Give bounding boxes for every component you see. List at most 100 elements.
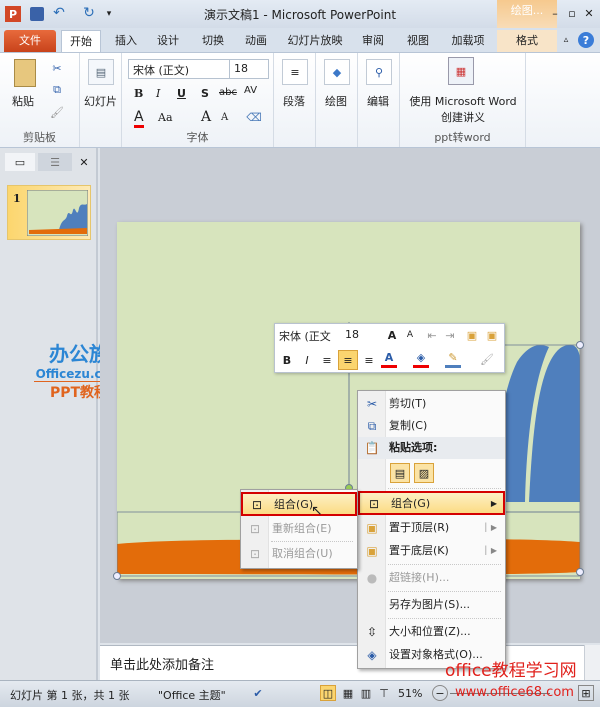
cut-icon[interactable]: ✂ xyxy=(50,61,64,75)
shrink-font-button[interactable]: A xyxy=(221,112,228,123)
menu-item-send-to-back[interactable]: ▣ 置于底层(K) │ ▶ xyxy=(358,540,505,562)
menu-item-cut[interactable]: ✂ 剪切(T) xyxy=(358,393,505,415)
bring-forward-icon[interactable]: ▣ xyxy=(465,327,479,343)
format-painter-icon[interactable]: 🖌 xyxy=(50,105,64,119)
paste-icon[interactable] xyxy=(14,59,36,87)
shadow-button[interactable]: S xyxy=(201,87,209,100)
paragraph-button[interactable]: 段落 xyxy=(283,93,305,109)
paste-button[interactable]: 粘贴 xyxy=(12,93,34,109)
group-submenu: ⊡ 组合(G) ↖ ⊡ 重新组合(E) ⊡ 取消组合(U) xyxy=(240,489,358,569)
new-slide-button[interactable]: 幻灯片 xyxy=(84,93,117,109)
copy-icon: ⧉ xyxy=(367,419,377,433)
tab-insert[interactable]: 插入 xyxy=(108,30,144,52)
paste-keep-source-icon[interactable]: ▤ xyxy=(390,463,410,483)
help-icon[interactable]: ? xyxy=(578,32,594,48)
outline-tab-icon[interactable]: ☰ xyxy=(38,153,72,171)
char-spacing-button[interactable]: AV xyxy=(244,85,257,96)
tab-format[interactable]: 格式 xyxy=(497,30,557,52)
minimize-icon[interactable]: – xyxy=(548,6,562,20)
tab-transitions[interactable]: 切换 xyxy=(195,30,231,52)
tab-animations[interactable]: 动画 xyxy=(238,30,274,52)
tab-file[interactable]: 文件 xyxy=(4,30,56,52)
word-handout-icon[interactable]: ▦ xyxy=(448,57,474,85)
tab-view[interactable]: 视图 xyxy=(400,30,436,52)
scissors-icon: ✂ xyxy=(366,397,378,411)
fill-color-icon[interactable]: ◈ xyxy=(413,350,429,368)
notes-scrollbar[interactable] xyxy=(584,645,600,680)
font-name-select[interactable]: 宋体 (正文) xyxy=(128,59,230,79)
zoom-level[interactable]: 51% xyxy=(398,687,422,700)
word-handout-button[interactable]: 使用 Microsoft Word 创建讲义 xyxy=(404,93,522,125)
font-size-select[interactable]: 18 xyxy=(229,59,269,79)
mini-size-select[interactable]: 18 xyxy=(341,326,381,346)
new-slide-icon[interactable]: ▤ xyxy=(88,59,114,85)
close-panel-icon[interactable]: ✕ xyxy=(75,153,93,171)
editing-button[interactable]: 编辑 xyxy=(367,93,389,109)
reading-view-icon[interactable]: ▥ xyxy=(358,685,374,701)
submenu-arrow-icon: │ ▶ xyxy=(483,523,497,532)
shrink-font-icon[interactable]: A xyxy=(403,327,417,343)
menu-item-bring-to-front[interactable]: ▣ 置于顶层(R) │ ▶ xyxy=(358,517,505,539)
align-right-icon[interactable]: ≡ xyxy=(361,351,377,369)
font-color-button[interactable]: A xyxy=(134,109,144,128)
clear-format-icon[interactable]: ⌫ xyxy=(246,109,262,125)
editing-group: ⚲ 编辑 xyxy=(358,53,400,147)
outline-color-icon[interactable]: ✎ xyxy=(445,350,461,368)
mini-font-select[interactable]: 宋体 (正文 xyxy=(277,326,339,346)
tab-slideshow[interactable]: 幻灯片放映 xyxy=(282,30,348,52)
fit-window-icon[interactable]: ⊞ xyxy=(578,685,594,701)
zoom-out-icon[interactable]: − xyxy=(432,685,448,701)
grow-font-icon[interactable]: A xyxy=(385,327,399,343)
mini-italic-button[interactable]: I xyxy=(299,351,315,369)
menu-item-group[interactable]: ⊡ 组合(G) ▶ xyxy=(358,491,505,515)
format-painter-icon[interactable]: 🖌 xyxy=(479,350,495,368)
menu-item-label: 置于底层(K) xyxy=(389,544,449,557)
selection-handle[interactable] xyxy=(576,341,584,349)
tab-addins[interactable]: 加载项 xyxy=(443,30,493,52)
title-bar: P ↶ ↻ ▾ 演示文稿1 - Microsoft PowerPoint 绘图.… xyxy=(0,0,600,28)
menu-item-size-position[interactable]: ⇳ 大小和位置(Z)... xyxy=(358,621,505,643)
copy-icon[interactable]: ⧉ xyxy=(50,83,64,97)
menu-item-copy[interactable]: ⧉ 复制(C) xyxy=(358,415,505,437)
drawing-button[interactable]: 绘图 xyxy=(325,93,347,109)
font-color-icon[interactable]: A xyxy=(381,350,397,368)
find-icon[interactable]: ⚲ xyxy=(366,59,392,85)
restore-icon[interactable]: ▫ xyxy=(565,6,579,20)
paste-picture-icon[interactable]: ▨ xyxy=(414,463,434,483)
align-center-icon[interactable]: ≡ xyxy=(338,350,358,370)
normal-view-icon[interactable]: ◫ xyxy=(320,685,336,701)
increase-indent-icon[interactable]: ⇥ xyxy=(443,327,457,343)
spell-check-icon[interactable]: ✔ xyxy=(250,685,266,701)
strikethrough-button[interactable]: abc xyxy=(219,87,237,98)
tab-home[interactable]: 开始 xyxy=(61,30,101,52)
send-backward-icon[interactable]: ▣ xyxy=(485,327,499,343)
grow-font-button[interactable]: A xyxy=(201,109,211,125)
collapse-ribbon-icon[interactable]: ▵ xyxy=(560,34,572,46)
selection-handle[interactable] xyxy=(576,568,584,576)
slides-panel: ▭ ☰ ✕ 1 办公族 Officezu.com PPT教程 xyxy=(0,148,124,680)
align-left-icon[interactable]: ≡ xyxy=(319,351,335,369)
slideshow-icon[interactable]: ⊤ xyxy=(376,685,392,701)
menu-item-save-as-picture[interactable]: 另存为图片(S)... xyxy=(358,594,505,616)
slide-thumbnail[interactable]: 1 xyxy=(7,185,91,240)
close-icon[interactable]: ✕ xyxy=(582,6,596,20)
send-back-icon: ▣ xyxy=(366,544,378,558)
italic-button[interactable]: I xyxy=(156,87,160,100)
mini-bold-button[interactable]: B xyxy=(279,351,295,369)
change-case-button[interactable]: Aa xyxy=(158,111,173,124)
slides-tab-icon[interactable]: ▭ xyxy=(5,153,35,171)
drawing-icon[interactable]: ◆ xyxy=(324,59,350,85)
watermark-url: www.office68.com xyxy=(455,685,574,700)
tab-design[interactable]: 设计 xyxy=(150,30,186,52)
size-icon: ⇳ xyxy=(366,625,378,639)
mini-toolbar: 宋体 (正文 18 A A ⇤ ⇥ ▣ ▣ B I ≡ ≡ ≡ A ◈ ✎ 🖌 xyxy=(274,323,505,373)
submenu-item-group[interactable]: ⊡ 组合(G) ↖ xyxy=(241,492,357,519)
selection-handle[interactable] xyxy=(113,572,121,580)
underline-button[interactable]: U xyxy=(177,87,186,100)
context-menu: ✂ 剪切(T) ⧉ 复制(C) 📋 粘贴选项: ▤ ▨ ⊡ 组合(G) ▶ ▣ 置于顶层(R… xyxy=(357,390,506,669)
tab-review[interactable]: 审阅 xyxy=(355,30,391,52)
bold-button[interactable]: B xyxy=(134,87,143,100)
decrease-indent-icon[interactable]: ⇤ xyxy=(425,327,439,343)
paragraph-icon[interactable]: ≡ xyxy=(282,59,308,85)
slide-sorter-icon[interactable]: ▦ xyxy=(340,685,356,701)
